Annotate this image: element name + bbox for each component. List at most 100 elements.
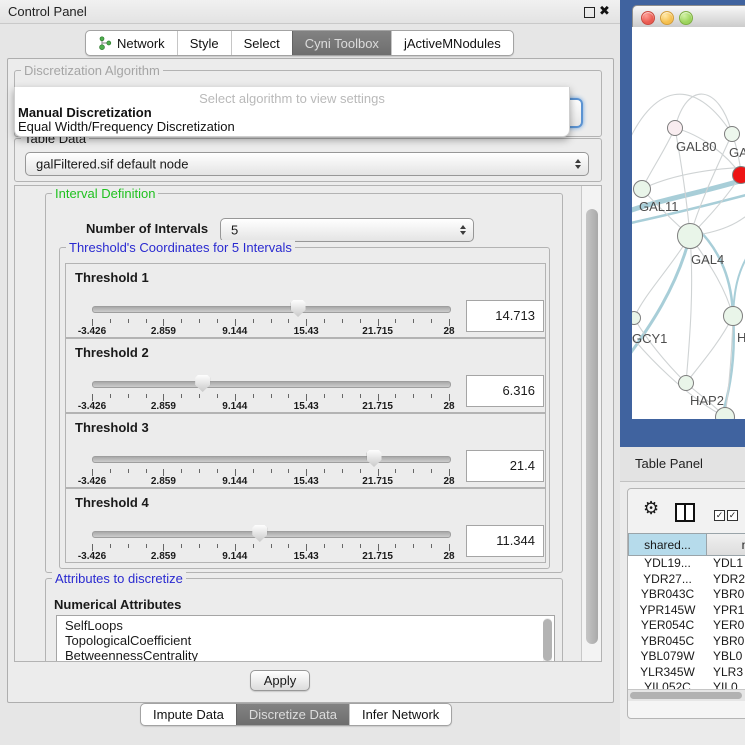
tick-mark <box>306 394 307 401</box>
column-header-name[interactable]: na <box>707 533 745 556</box>
tick-label: 2.859 <box>133 551 193 562</box>
algorithm-menu-item[interactable]: Manual Discretization <box>18 105 152 120</box>
threshold-value-field[interactable]: 21.4 <box>466 450 544 482</box>
cell-shared-name: YBR045C <box>628 634 707 650</box>
table-row[interactable]: YLR345WYLR3 <box>628 665 745 681</box>
list-item[interactable]: BetweennessCentrality <box>57 648 554 662</box>
cell-shared-name: YDR27... <box>628 572 707 588</box>
network-node[interactable] <box>667 120 683 136</box>
table-row[interactable]: YER054CYER0 <box>628 618 745 634</box>
tick-mark <box>163 394 164 401</box>
network-node[interactable] <box>633 180 651 198</box>
float-panel-icon[interactable] <box>584 7 595 18</box>
threshold-value-field[interactable]: 14.713 <box>466 300 544 332</box>
cell-name: YDL1 <box>707 556 745 572</box>
threshold-value-field[interactable]: 6.316 <box>466 375 544 407</box>
gear-icon[interactable]: ⚙ <box>643 498 659 519</box>
slider-track[interactable] <box>92 531 451 538</box>
algorithm-menu-item[interactable]: Equal Width/Frequency Discretization <box>18 119 235 134</box>
table-horizontal-scrollbar[interactable] <box>628 689 745 701</box>
tick-label: 9.144 <box>205 401 265 412</box>
slider-track[interactable] <box>92 381 451 388</box>
network-icon <box>98 36 112 50</box>
network-node[interactable] <box>724 126 740 142</box>
tick-mark <box>288 469 289 473</box>
tick-mark <box>395 469 396 473</box>
tick-mark <box>288 319 289 323</box>
tick-label: 2.859 <box>133 326 193 337</box>
numerical-attributes-list[interactable]: SelfLoopsTopologicalCoefficientBetweenne… <box>56 615 555 662</box>
zoom-button[interactable] <box>679 11 693 25</box>
table-row[interactable]: YBL079WYBL0 <box>628 649 745 665</box>
number-of-intervals-combobox[interactable]: 5 <box>220 218 474 242</box>
apply-button[interactable]: Apply <box>250 670 310 691</box>
threshold-panel-4: Threshold 4-3.4262.8599.14415.4321.71528… <box>65 488 546 563</box>
network-node[interactable] <box>677 223 703 249</box>
threshold-label: Threshold 2 <box>75 345 149 360</box>
slider-thumb[interactable] <box>291 300 306 317</box>
network-window-titlebar[interactable] <box>632 5 745 28</box>
minimize-button[interactable] <box>660 11 674 25</box>
close-icon[interactable]: ✖ <box>599 3 610 19</box>
network-node[interactable] <box>678 375 694 391</box>
tick-label: 15.43 <box>276 326 336 337</box>
network-canvas[interactable]: GAL80GAGAL11GAL4GCY1HHAP2 <box>632 27 745 419</box>
scrollbar-thumb[interactable] <box>586 209 598 644</box>
table-row[interactable]: YBR043CYBR0 <box>628 587 745 603</box>
checkbox-icon[interactable]: ✓ <box>727 510 738 521</box>
slider-thumb[interactable] <box>195 375 210 392</box>
list-scrollbar[interactable] <box>543 618 552 662</box>
column-header-shared-name[interactable]: shared... <box>628 533 707 556</box>
slider-thumb[interactable] <box>252 525 267 542</box>
close-button[interactable] <box>641 11 655 25</box>
network-node[interactable] <box>723 306 743 326</box>
node-label: H <box>737 330 745 345</box>
tab-select[interactable]: Select <box>231 31 292 55</box>
tick-mark <box>181 319 182 323</box>
tab-style[interactable]: Style <box>177 31 231 55</box>
table-row[interactable]: YPR145WYPR1 <box>628 603 745 619</box>
tick-label: -3.426 <box>62 326 122 337</box>
tick-mark <box>110 544 111 548</box>
tick-mark <box>360 319 361 323</box>
list-item[interactable]: TopologicalCoefficient <box>57 633 554 648</box>
tab-jactivemnodules[interactable]: jActiveMNodules <box>391 31 513 55</box>
tick-mark <box>92 469 93 476</box>
node-label: GAL4 <box>691 252 724 267</box>
threshold-value-field[interactable]: 11.344 <box>466 525 544 557</box>
checkbox-icon[interactable]: ✓ <box>714 510 725 521</box>
table-row[interactable]: YDL19...YDL1 <box>628 556 745 572</box>
table-row[interactable]: YIL052CYIL0 <box>628 680 745 689</box>
top-tab-bar: NetworkStyle Select Cyni ToolboxjActiveMNo… <box>85 30 514 56</box>
settings-scrollbar[interactable] <box>581 186 601 661</box>
number-of-intervals-value: 5 <box>231 223 238 238</box>
slider-thumb[interactable] <box>367 450 382 467</box>
list-item[interactable]: SelfLoops <box>57 618 554 633</box>
tab-cyni-toolbox[interactable]: Cyni Toolbox <box>292 31 391 55</box>
cell-shared-name: YBR043C <box>628 587 707 603</box>
columns-icon[interactable] <box>675 503 695 522</box>
tab-discretize-data[interactable]: Discretize Data <box>236 704 349 725</box>
network-node[interactable] <box>732 166 745 184</box>
tick-mark <box>110 319 111 323</box>
tick-label: 15.43 <box>276 476 336 487</box>
numerical-attributes-label: Numerical Attributes <box>54 597 181 612</box>
table-data-combobox[interactable]: galFiltered.sif default node <box>25 152 589 176</box>
table-row[interactable]: YDR27...YDR2 <box>628 572 745 588</box>
slider-track[interactable] <box>92 456 451 463</box>
scrollbar-thumb[interactable] <box>630 692 742 699</box>
tick-mark <box>110 469 111 473</box>
tick-label: 15.43 <box>276 401 336 412</box>
tick-label: 21.715 <box>348 401 408 412</box>
tick-mark <box>324 544 325 548</box>
table-data-combobox-value: galFiltered.sif default node <box>36 157 188 172</box>
table-row[interactable]: YBR045CYBR0 <box>628 634 745 650</box>
tab-impute-data[interactable]: Impute Data <box>141 704 236 725</box>
tick-mark <box>342 319 343 323</box>
tab-infer-network[interactable]: Infer Network <box>349 704 451 725</box>
number-of-intervals-label: Number of Intervals <box>86 221 208 236</box>
tab-network[interactable]: Network <box>86 31 177 55</box>
threshold-label: Threshold 4 <box>75 495 149 510</box>
slider-track[interactable] <box>92 306 451 313</box>
tab-label: Select <box>244 36 280 51</box>
